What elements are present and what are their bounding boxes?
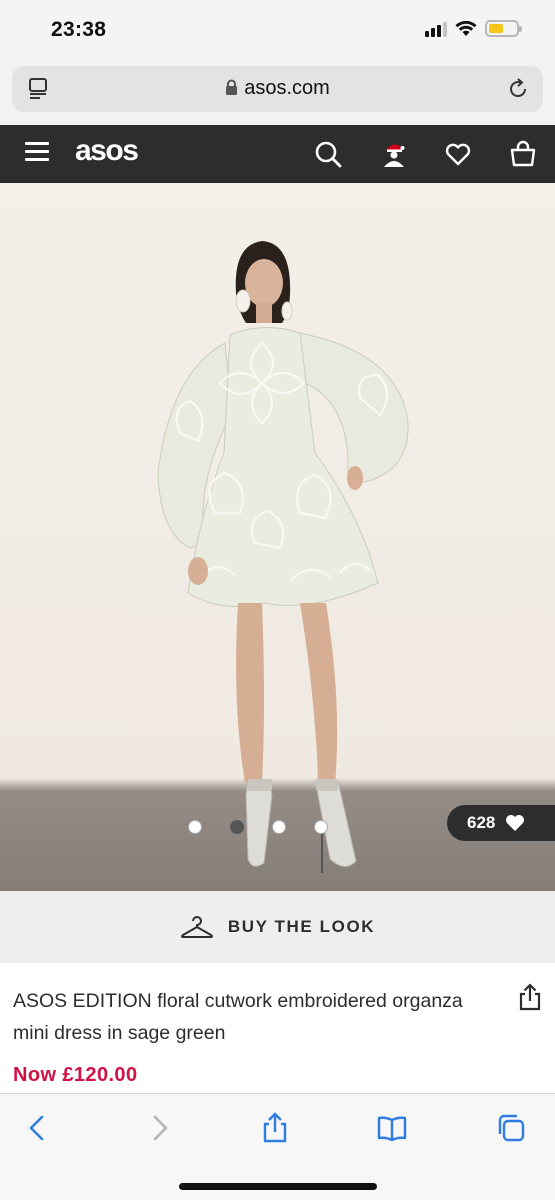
hanger-icon [180,916,213,938]
buy-the-look-label: BUY THE LOOK [227,917,376,936]
url-text: asos.com [244,77,330,99]
cellular-signal-icon [425,21,447,37]
forward-icon[interactable] [143,1112,175,1144]
wifi-icon [455,20,477,36]
asos-logo[interactable]: asos [75,134,139,168]
status-bar: 23:38 [0,0,555,62]
status-time: 23:38 [51,18,107,41]
pagination-dot-active[interactable] [229,820,244,834]
battery-icon [485,20,522,37]
pagination-dot[interactable] [187,820,202,834]
wishlist-icon[interactable] [443,139,473,169]
product-price: Now £120.00 [13,1064,138,1086]
likes-count: 628 [467,813,496,832]
menu-icon[interactable] [25,142,49,162]
save-count-button[interactable]: 628 [447,805,555,841]
status-icons [425,20,522,37]
product-image[interactable]: 628 [0,183,555,891]
account-icon[interactable] [379,139,409,169]
address-bar[interactable]: asos.com [12,66,543,112]
heart-icon [506,815,525,831]
reload-icon[interactable] [505,76,531,102]
url-display[interactable]: asos.com [12,77,543,100]
home-indicator[interactable] [179,1183,377,1190]
tabs-icon[interactable] [495,1112,527,1144]
share-sheet-icon[interactable] [259,1112,291,1144]
buy-the-look-button[interactable]: BUY THE LOOK [0,891,555,963]
product-info: ASOS EDITION floral cutwork embroidered … [0,963,555,1093]
model-photo [157,241,409,873]
site-header: asos [0,125,555,183]
search-icon[interactable] [313,139,343,169]
back-icon[interactable] [22,1112,54,1144]
pagination-dot[interactable] [271,820,286,834]
product-title: ASOS EDITION floral cutwork embroidered … [13,990,463,1044]
lock-icon [226,79,238,95]
bookmarks-icon[interactable] [376,1112,408,1144]
share-icon[interactable] [517,983,543,1011]
pagination-dot[interactable] [313,820,328,834]
browser-toolbar [0,1093,555,1200]
bag-icon[interactable] [508,139,538,169]
